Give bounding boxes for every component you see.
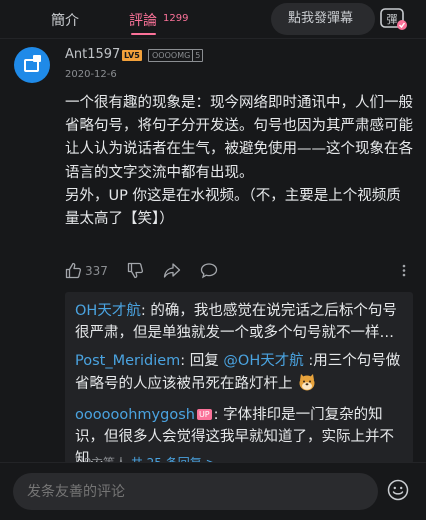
top-divider — [0, 38, 426, 39]
fan-medal-badge: OOOOMG 5 — [148, 49, 204, 62]
up-badge: UP — [196, 409, 212, 420]
like-count: 337 — [85, 264, 108, 278]
danmaku-toggle-glyph: 彈 — [387, 13, 398, 26]
dislike-icon[interactable] — [127, 262, 144, 283]
top-bar: 簡介 評論 1299 點我發彈幕 彈 — [0, 0, 426, 38]
danmaku-input[interactable]: 點我發彈幕 — [271, 3, 375, 35]
comment-text: 一个很有趣的现象是：现今网络即时通讯中，人们一般省略句号，将句子分开发送。句号也… — [65, 95, 413, 228]
replies-box[interactable]: OH天才航: 的确，我也感觉在说完话之后标个句号很严肃，但是单独就发一个或多个句… — [65, 292, 413, 464]
reply-separator: : — [140, 303, 151, 319]
reply-item[interactable]: Post_Meridiem: 回复 @OH天才航 :用三个句号做省略号的人应该被… — [75, 350, 405, 395]
comment-count-badge: 1299 — [163, 13, 189, 24]
reply-username[interactable]: Post_Meridiem — [75, 353, 180, 369]
comment-actions: 337 — [65, 262, 415, 282]
more-icon[interactable] — [400, 262, 408, 283]
danmaku-placeholder: 點我發彈幕 — [288, 11, 354, 26]
danmaku-toggle-icon[interactable]: 彈 — [378, 6, 408, 32]
reply-separator: : — [180, 353, 190, 369]
share-icon[interactable] — [163, 262, 181, 283]
reply-username[interactable]: oooooohmygosh — [75, 407, 195, 423]
comment-username[interactable]: Ant1597 — [65, 47, 120, 62]
comment-date: 2020-12-6 — [65, 69, 117, 80]
like-icon[interactable] — [65, 262, 82, 283]
tab-comments[interactable]: 評論 — [129, 10, 157, 30]
reply-username[interactable]: OH天才航 — [75, 303, 141, 319]
reply-icon[interactable] — [200, 262, 218, 283]
bottom-bar — [0, 462, 426, 520]
fan-medal-level: 5 — [192, 50, 202, 61]
active-tab-underline — [131, 33, 156, 35]
reply-item[interactable]: OH天才航: 的确，我也感觉在说完话之后标个句号很严肃，但是单独就发一个或多个句… — [75, 300, 405, 344]
emoji-face-icon[interactable] — [387, 479, 409, 501]
reply-mention[interactable]: @OH天才航 — [223, 353, 303, 369]
doge-emoji-icon — [297, 372, 317, 392]
avatar[interactable] — [14, 47, 50, 83]
tab-intro[interactable]: 簡介 — [51, 10, 79, 30]
fan-medal-name: OOOOMG — [152, 51, 191, 60]
reply-separator: : — [213, 407, 224, 423]
comment-input[interactable] — [13, 473, 378, 510]
reply-prefix: 回复 — [189, 353, 224, 369]
level-badge: LV5 — [122, 50, 142, 61]
